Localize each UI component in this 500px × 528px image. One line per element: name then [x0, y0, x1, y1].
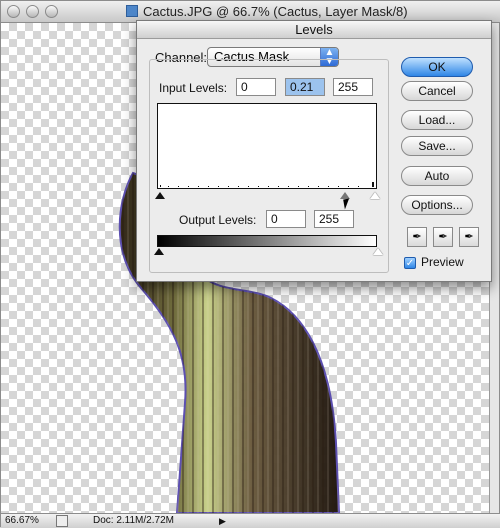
status-bar: 66.67% Doc: 2.11M/2.72M ▶	[1, 513, 500, 528]
close-button[interactable]	[7, 5, 20, 18]
input-black-slider-handle[interactable]	[155, 192, 165, 199]
output-white-slider-handle[interactable]	[373, 248, 383, 255]
save-button[interactable]: Save...	[401, 136, 473, 156]
doc-size: Doc: 2.11M/2.72M	[93, 515, 174, 526]
output-black-field[interactable]: 0	[266, 210, 306, 228]
levels-dialog: Levels Channel: Cactus Mask ▲ ▼ Input Lev…	[136, 20, 492, 282]
eyedropper-black-icon[interactable]: ✒	[407, 227, 427, 247]
output-white-field[interactable]: 255	[314, 210, 354, 228]
input-white-slider-handle[interactable]	[370, 192, 380, 199]
dialog-titlebar: Levels	[137, 21, 491, 39]
output-gradient-bar[interactable]	[157, 235, 377, 247]
input-levels-label: Input Levels:	[159, 81, 228, 95]
preview-label: Preview	[421, 255, 464, 269]
minimize-button[interactable]	[26, 5, 39, 18]
auto-button[interactable]: Auto	[401, 166, 473, 186]
cancel-button[interactable]: Cancel	[401, 81, 473, 101]
zoom-field[interactable]: 66.67%	[5, 515, 51, 527]
preview-checkbox[interactable]: ✓	[404, 257, 416, 269]
zoom-button[interactable]	[45, 5, 58, 18]
histogram	[157, 103, 377, 189]
input-black-field[interactable]: 0	[236, 78, 276, 96]
eyedropper-white-icon[interactable]: ✒	[459, 227, 479, 247]
load-button[interactable]: Load...	[401, 110, 473, 130]
histogram-plot	[160, 182, 374, 187]
status-icon[interactable]	[56, 515, 68, 527]
document-title: Cactus.JPG @ 66.7% (Cactus, Layer Mask/8…	[143, 4, 408, 19]
input-white-field[interactable]: 255	[333, 78, 373, 96]
ok-button[interactable]: OK	[401, 57, 473, 77]
output-levels-label: Output Levels:	[179, 213, 257, 227]
eyedropper-gray-icon[interactable]: ✒	[433, 227, 453, 247]
document-icon	[126, 5, 138, 17]
options-button[interactable]: Options...	[401, 195, 473, 215]
status-menu-arrow-icon[interactable]: ▶	[219, 515, 229, 527]
input-gamma-field[interactable]: 0.21	[285, 78, 325, 96]
output-black-slider-handle[interactable]	[154, 248, 164, 255]
dialog-title: Levels	[295, 22, 333, 37]
